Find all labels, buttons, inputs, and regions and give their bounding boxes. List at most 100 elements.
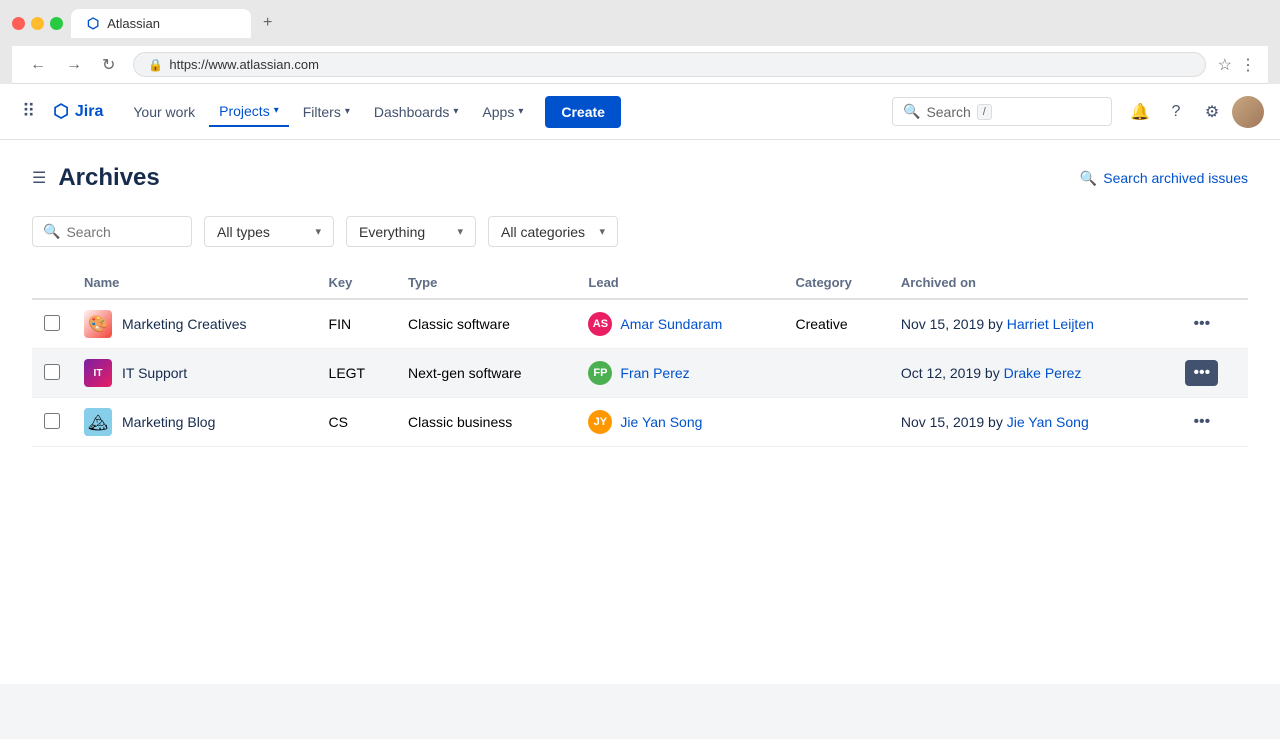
back-button[interactable]: ← bbox=[24, 54, 52, 76]
nav-search-shortcut: / bbox=[977, 104, 992, 120]
row-1-lead-cell: AS Amar Sundaram bbox=[576, 299, 783, 349]
grid-icon[interactable]: ⠿ bbox=[16, 95, 41, 128]
new-tab-button[interactable]: + bbox=[253, 8, 282, 38]
page-title: Archives bbox=[58, 164, 159, 192]
row-1-category: Creative bbox=[784, 299, 889, 349]
filter-search-input[interactable] bbox=[66, 224, 166, 240]
table-header-row: Name Key Type Lead Category Archived on bbox=[32, 267, 1248, 299]
create-button[interactable]: Create bbox=[545, 96, 621, 128]
row-1-more-button[interactable]: ••• bbox=[1185, 311, 1218, 337]
nav-projects[interactable]: Projects ▾ bbox=[209, 97, 289, 127]
everything-filter-dropdown[interactable]: Everything ▾ bbox=[346, 216, 476, 247]
categories-filter-dropdown[interactable]: All categories ▾ bbox=[488, 216, 618, 247]
row-checkbox-cell bbox=[32, 299, 72, 349]
row-2-checkbox[interactable] bbox=[44, 364, 60, 380]
row-3-lead-cell: JY Jie Yan Song bbox=[576, 398, 783, 447]
search-archived-issues[interactable]: 🔍 Search archived issues bbox=[1080, 170, 1248, 187]
row-1-actions-cell: ••• bbox=[1173, 299, 1248, 349]
row-3-actions-cell: ••• bbox=[1173, 398, 1248, 447]
row-3-archived-on: Nov 15, 2019 by Jie Yan Song bbox=[889, 398, 1174, 447]
lead-avatar-fp: FP bbox=[588, 361, 612, 385]
table-row: IT IT Support LEGT Next-gen software FP … bbox=[32, 349, 1248, 398]
page-header-left: ☰ Archives bbox=[32, 164, 160, 192]
header-archived-on: Archived on bbox=[889, 267, 1174, 299]
row-3-archived-by[interactable]: Jie Yan Song bbox=[1007, 414, 1089, 430]
lead-avatar-jys: JY bbox=[588, 410, 612, 434]
apps-caret-icon: ▾ bbox=[518, 106, 523, 117]
header-name: Name bbox=[72, 267, 317, 299]
sidebar-toggle-icon[interactable]: ☰ bbox=[32, 168, 46, 188]
row-3-category bbox=[784, 398, 889, 447]
address-bar-actions: ☆ ⋮ bbox=[1218, 55, 1256, 75]
nav-your-work[interactable]: Your work bbox=[123, 98, 205, 126]
filters-caret-icon: ▾ bbox=[345, 106, 350, 117]
help-button[interactable]: ? bbox=[1160, 96, 1192, 128]
row-3-name: Marketing Blog bbox=[122, 414, 215, 430]
reload-button[interactable]: ↻ bbox=[96, 53, 121, 77]
url-text: https://www.atlassian.com bbox=[169, 57, 319, 72]
categories-filter-label: All categories bbox=[501, 224, 585, 240]
row-2-more-button[interactable]: ••• bbox=[1185, 360, 1218, 386]
row-3-lead-name[interactable]: Jie Yan Song bbox=[620, 414, 702, 430]
row-1-type: Classic software bbox=[396, 299, 576, 349]
table-row: 🏔 Marketing Blog CS Classic business JY … bbox=[32, 398, 1248, 447]
page-main: ☰ Archives 🔍 Search archived issues 🔍 Al… bbox=[0, 140, 1280, 471]
jira-logo-icon: ⬡ bbox=[53, 101, 69, 122]
app-wrapper: ⠿ ⬡ Jira Your work Projects ▾ Filters ▾ … bbox=[0, 84, 1280, 684]
row-3-more-button[interactable]: ••• bbox=[1185, 409, 1218, 435]
nav-apps[interactable]: Apps ▾ bbox=[472, 98, 533, 126]
browser-titlebar: ⬡ Atlassian + bbox=[12, 8, 1268, 38]
row-2-key: LEGT bbox=[317, 349, 396, 398]
row-1-archived-by[interactable]: Harriet Leijten bbox=[1007, 316, 1094, 332]
row-1-checkbox[interactable] bbox=[44, 315, 60, 331]
url-bar[interactable]: 🔒 https://www.atlassian.com bbox=[133, 52, 1205, 77]
row-2-name-cell: IT IT Support bbox=[72, 349, 317, 398]
nav-dashboards[interactable]: Dashboards ▾ bbox=[364, 98, 469, 126]
row-1-key: FIN bbox=[317, 299, 396, 349]
tab-title: Atlassian bbox=[107, 16, 160, 31]
nav-search-icon: 🔍 bbox=[903, 103, 920, 120]
jira-logo[interactable]: ⬡ Jira bbox=[53, 101, 103, 122]
traffic-lights bbox=[12, 17, 63, 30]
row-checkbox-cell bbox=[32, 349, 72, 398]
row-2-archived-on: Oct 12, 2019 by Drake Perez bbox=[889, 349, 1174, 398]
menu-icon[interactable]: ⋮ bbox=[1240, 55, 1256, 75]
dashboards-caret-icon: ▾ bbox=[453, 106, 458, 117]
lock-icon: 🔒 bbox=[148, 58, 163, 72]
row-3-checkbox[interactable] bbox=[44, 413, 60, 429]
header-type: Type bbox=[396, 267, 576, 299]
forward-button[interactable]: → bbox=[60, 54, 88, 76]
settings-button[interactable]: ⚙ bbox=[1196, 96, 1228, 128]
browser-tab[interactable]: ⬡ Atlassian bbox=[71, 9, 251, 38]
filter-search-container[interactable]: 🔍 bbox=[32, 216, 192, 247]
search-archived-icon: 🔍 bbox=[1080, 170, 1097, 187]
maximize-button[interactable] bbox=[50, 17, 63, 30]
close-button[interactable] bbox=[12, 17, 25, 30]
nav-search-bar[interactable]: 🔍 Search / bbox=[892, 97, 1112, 126]
project-icon-mb: 🏔 bbox=[84, 408, 112, 436]
bookmark-icon[interactable]: ☆ bbox=[1218, 55, 1232, 75]
minimize-button[interactable] bbox=[31, 17, 44, 30]
row-1-lead-name[interactable]: Amar Sundaram bbox=[620, 316, 722, 332]
page-header: ☰ Archives 🔍 Search archived issues bbox=[32, 164, 1248, 192]
row-1-name: Marketing Creatives bbox=[122, 316, 247, 332]
type-filter-dropdown[interactable]: All types ▾ bbox=[204, 216, 334, 247]
row-2-archived-by[interactable]: Drake Perez bbox=[1004, 365, 1082, 381]
nav-filters[interactable]: Filters ▾ bbox=[293, 98, 360, 126]
row-2-type: Next-gen software bbox=[396, 349, 576, 398]
everything-filter-caret-icon: ▾ bbox=[457, 225, 463, 238]
row-1-name-cell: 🎨 Marketing Creatives bbox=[72, 299, 317, 349]
tab-bar: ⬡ Atlassian + bbox=[71, 8, 282, 38]
row-1-archived-on: Nov 15, 2019 by Harriet Leijten bbox=[889, 299, 1174, 349]
project-icon-mc: 🎨 bbox=[84, 310, 112, 338]
archive-table: Name Key Type Lead Category Archived on bbox=[32, 267, 1248, 447]
project-icon-it: IT bbox=[84, 359, 112, 387]
row-2-lead-name[interactable]: Fran Perez bbox=[620, 365, 689, 381]
address-bar: ← → ↻ 🔒 https://www.atlassian.com ☆ ⋮ bbox=[12, 46, 1268, 84]
browser-nav-buttons: ← → ↻ bbox=[24, 53, 121, 77]
row-checkbox-cell bbox=[32, 398, 72, 447]
user-avatar[interactable] bbox=[1232, 96, 1264, 128]
type-filter-label: All types bbox=[217, 224, 270, 240]
notifications-button[interactable]: 🔔 bbox=[1124, 96, 1156, 128]
filters-row: 🔍 All types ▾ Everything ▾ All categorie… bbox=[32, 216, 1248, 247]
